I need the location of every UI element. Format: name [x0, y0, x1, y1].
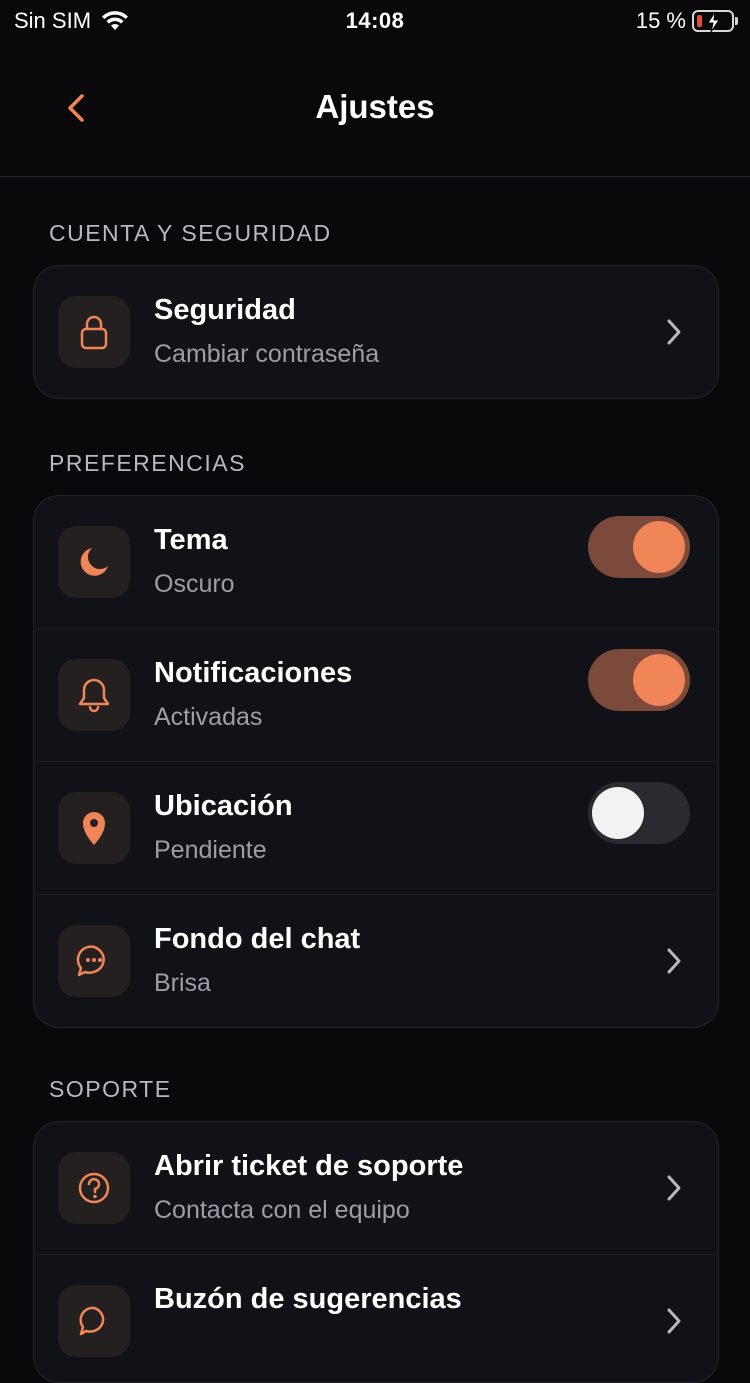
row-subtitle: Oscuro — [154, 570, 235, 598]
settings-row-theme: Tema Oscuro — [34, 496, 718, 628]
row-title: Seguridad — [154, 294, 296, 326]
lock-icon — [58, 296, 130, 368]
chevron-right-icon — [667, 1308, 681, 1334]
battery-icon — [692, 10, 734, 33]
suggestion-bubble-icon — [58, 1285, 130, 1357]
row-title: Buzón de sugerencias — [154, 1283, 462, 1315]
status-bar: Sin SIM 14:08 15 % — [0, 0, 750, 40]
row-subtitle: Contacta con el equipo — [154, 1196, 410, 1224]
card-preferences: Tema Oscuro Notificaciones Activadas Ubi… — [33, 495, 719, 1028]
row-title: Tema — [154, 524, 228, 556]
chevron-right-icon — [667, 319, 681, 345]
location-pin-icon — [58, 792, 130, 864]
settings-row-suggestions[interactable]: Buzón de sugerencias — [34, 1254, 718, 1382]
settings-row-notifications: Notificaciones Activadas — [34, 628, 718, 761]
help-circle-icon — [58, 1152, 130, 1224]
settings-row-chat-background[interactable]: Fondo del chat Brisa — [34, 894, 718, 1027]
row-title: Abrir ticket de soporte — [154, 1150, 464, 1182]
status-right: 15 % — [636, 8, 738, 34]
section-label-account: CUENTA Y SEGURIDAD — [49, 220, 332, 246]
notifications-toggle[interactable] — [588, 649, 690, 711]
card-account: Seguridad Cambiar contraseña — [33, 265, 719, 399]
row-subtitle: Pendiente — [154, 836, 267, 864]
row-subtitle: Cambiar contraseña — [154, 340, 380, 368]
battery-percent: 15 % — [635, 8, 686, 33]
chevron-right-icon — [667, 948, 681, 974]
settings-row-location: Ubicación Pendiente — [34, 761, 718, 894]
chevron-right-icon — [667, 1175, 681, 1201]
page-title: Ajustes — [315, 88, 435, 125]
row-subtitle: Brisa — [154, 969, 211, 997]
section-label-preferences: PREFERENCIAS — [49, 450, 246, 476]
row-title: Notificaciones — [154, 657, 353, 689]
bell-icon — [58, 659, 130, 731]
nav-header: Ajustes — [0, 40, 750, 177]
moon-icon — [58, 526, 130, 598]
settings-row-security[interactable]: Seguridad Cambiar contraseña — [34, 266, 718, 398]
section-label-support: SOPORTE — [49, 1076, 172, 1102]
theme-toggle[interactable] — [588, 516, 690, 578]
toggle-knob — [633, 654, 685, 706]
row-title: Ubicación — [154, 790, 293, 822]
card-support: Abrir ticket de soporte Contacta con el … — [33, 1121, 719, 1383]
row-title: Fondo del chat — [154, 923, 361, 955]
toggle-knob — [592, 787, 644, 839]
settings-row-support-ticket[interactable]: Abrir ticket de soporte Contacta con el … — [34, 1122, 718, 1254]
battery-tip — [735, 17, 738, 25]
row-subtitle: Activadas — [154, 703, 263, 731]
toggle-knob — [633, 521, 685, 573]
location-toggle[interactable] — [588, 782, 690, 844]
chat-bubble-icon — [58, 925, 130, 997]
